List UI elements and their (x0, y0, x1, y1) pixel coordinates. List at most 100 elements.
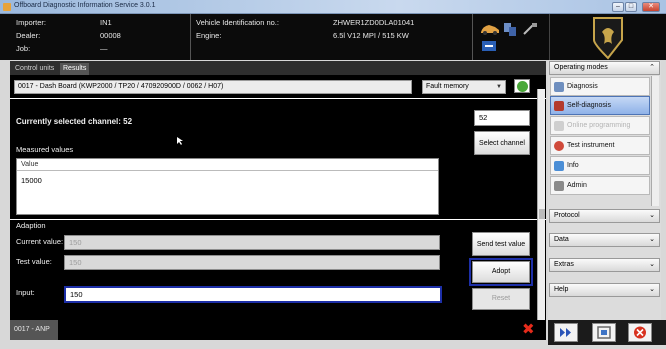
sidebar-item-online-programming[interactable]: Online programming (550, 116, 650, 135)
maximize-button[interactable]: □ (625, 2, 637, 12)
divider (10, 219, 546, 220)
frame-icon (597, 326, 611, 339)
bull-shield-icon (593, 17, 623, 60)
gear-icon (554, 181, 564, 191)
window-title: Offboard Diagnostic Information Service … (14, 2, 156, 9)
help-label: Help (554, 286, 569, 293)
sidebar-item-label: Self-diagnosis (567, 102, 611, 109)
car-icon[interactable] (480, 22, 500, 36)
adopt-button[interactable]: Adopt (469, 258, 533, 286)
memory-select[interactable]: Fault memory ▼ (422, 80, 506, 94)
flag-icon (482, 41, 496, 51)
sidebar-item-label: Diagnosis (567, 83, 598, 90)
sidebar-item-label: Test instrument (567, 142, 615, 149)
tab-bar: Control units Results (10, 61, 546, 75)
header-divider (472, 14, 473, 60)
protocol-label: Protocol (554, 212, 580, 219)
status-bar: 0017 - ANP ✖ (10, 320, 546, 340)
sidebar-item-info[interactable]: Info (550, 156, 650, 175)
main-scrollbar[interactable] (537, 89, 545, 340)
selected-channel-label: Currently selected channel: 52 (16, 117, 133, 126)
bottom-toolbar (548, 320, 666, 345)
title-bar: Offboard Diagnostic Information Service … (0, 0, 666, 14)
test-value-field: 150 (64, 255, 440, 270)
brand-logo (549, 14, 666, 60)
adaption-label: Adaption (16, 221, 46, 230)
data-header[interactable]: Data ⌄ (549, 233, 660, 247)
exit-button[interactable] (628, 323, 652, 342)
mouse-cursor-icon (177, 137, 183, 145)
adaption-panel: 0017 - Dash Board (KWP2000 / TP20 / 4709… (10, 75, 546, 340)
engine-label: Engine: (196, 31, 222, 40)
sidebar-item-label: Online programming (567, 122, 631, 129)
forward-button[interactable] (554, 323, 578, 342)
app-icon (3, 3, 11, 11)
measured-values-table: Value 15000 (16, 158, 439, 215)
tab-control-units[interactable]: Control units (12, 63, 57, 75)
exit-icon (634, 326, 646, 339)
divider (10, 98, 546, 99)
minimize-button[interactable]: – (612, 2, 624, 12)
data-label: Data (554, 236, 569, 243)
scroll-thumb[interactable] (539, 209, 545, 219)
memory-select-value: Fault memory (426, 83, 469, 90)
sidebar-item-self-diagnosis[interactable]: Self-diagnosis (550, 96, 650, 115)
test-instrument-icon (554, 141, 564, 151)
measured-value: 15000 (21, 176, 42, 185)
sidebar-scrollbar[interactable] (651, 76, 659, 206)
chevron-down-icon: ⌄ (649, 261, 655, 268)
info-icon (554, 161, 564, 171)
job-label: Job: (16, 44, 31, 53)
sidebar: Operating modes ⌃ Diagnosis Self-diagnos… (548, 61, 661, 320)
vin-value: ZHWER1ZD0DLA01041 (333, 18, 415, 27)
self-diagnosis-icon (554, 101, 564, 111)
tab-results[interactable]: Results (60, 63, 90, 75)
adaption-input[interactable]: 150 (64, 286, 442, 303)
select-channel-button[interactable]: Select channel (474, 131, 530, 155)
reset-button[interactable]: Reset (472, 288, 530, 310)
operating-modes-header[interactable]: Operating modes ⌃ (549, 61, 660, 75)
sidebar-item-label: Admin (567, 182, 587, 189)
status-tab[interactable]: 0017 - ANP (10, 320, 58, 340)
network-icon[interactable] (502, 21, 518, 37)
current-value-label: Current value: (16, 237, 64, 246)
operating-modes-label: Operating modes (554, 64, 608, 71)
job-value: — (100, 44, 108, 53)
test-value-label: Test value: (16, 257, 52, 266)
refresh-icon (517, 81, 528, 92)
send-test-value-button[interactable]: Send test value (472, 232, 530, 256)
extras-label: Extras (554, 261, 574, 268)
measured-values-label: Measured values (16, 145, 74, 154)
header-divider (190, 14, 191, 60)
value-column-header: Value (17, 159, 438, 171)
sidebar-item-diagnosis[interactable]: Diagnosis (550, 77, 650, 96)
dealer-label: Dealer: (16, 31, 41, 40)
sidebar-item-label: Info (567, 162, 579, 169)
close-icon[interactable]: ✖ (522, 322, 535, 338)
control-unit-select[interactable]: 0017 - Dash Board (KWP2000 / TP20 / 4709… (14, 80, 412, 94)
programming-icon (554, 121, 564, 131)
importer-value: IN1 (100, 18, 112, 27)
chevron-down-icon: ⌄ (649, 286, 655, 293)
current-value-field: 150 (64, 235, 440, 250)
screenshot-button[interactable] (592, 323, 616, 342)
protocol-header[interactable]: Protocol ⌄ (549, 209, 660, 223)
sidebar-item-test-instrument[interactable]: Test instrument (550, 136, 650, 155)
close-window-button[interactable]: ✕ (642, 2, 660, 12)
cable-icon[interactable] (522, 22, 538, 36)
channel-input[interactable]: 52 (474, 110, 530, 126)
help-header[interactable]: Help ⌄ (549, 283, 660, 297)
control-unit-select-value: 0017 - Dash Board (KWP2000 / TP20 / 4709… (18, 83, 224, 90)
chevron-down-icon: ⌄ (649, 212, 655, 219)
input-label: Input: (16, 288, 35, 297)
refresh-button[interactable] (514, 79, 530, 93)
sidebar-item-admin[interactable]: Admin (550, 176, 650, 195)
importer-label: Importer: (16, 18, 47, 27)
chevron-down-icon: ▼ (496, 84, 502, 90)
vin-label: Vehicle Identification no.: (196, 18, 279, 27)
chevron-down-icon: ⌄ (649, 236, 655, 243)
engine-value: 6.5l V12 MPI / 515 KW (333, 31, 409, 40)
chevron-up-icon: ⌃ (649, 64, 655, 71)
extras-header[interactable]: Extras ⌄ (549, 258, 660, 272)
dealer-value: 00008 (100, 31, 121, 40)
